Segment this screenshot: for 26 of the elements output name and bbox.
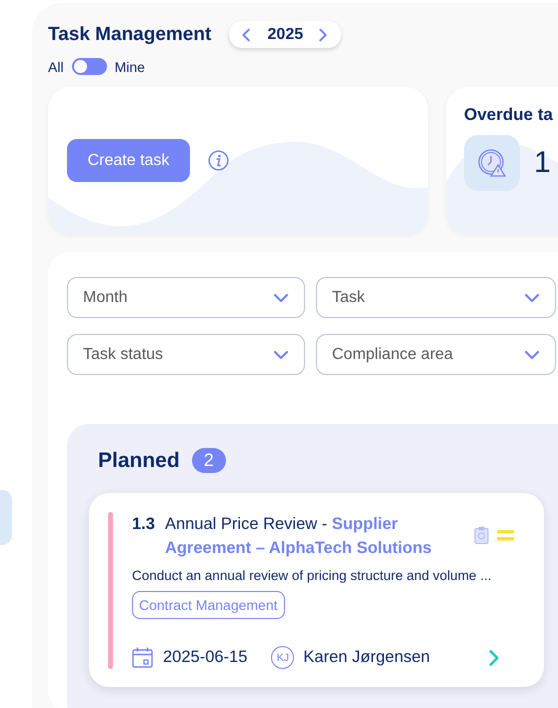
dropdown-field[interactable]: Task status <box>67 334 305 375</box>
calendar-icon <box>132 647 153 668</box>
overdue-clock-icon <box>477 148 507 178</box>
task-description: Conduct an annual review of pricing structure and volume ... <box>132 568 492 583</box>
scope-switch[interactable] <box>72 58 107 75</box>
card-title: Overdue ta <box>464 105 554 125</box>
toggle-label: Mine <box>114 58 145 74</box>
year-value: 2025 <box>268 26 304 44</box>
year-picker[interactable]: 2025 <box>229 21 342 48</box>
dropdown-field[interactable]: Compliance area <box>316 334 556 375</box>
assignee-avatar: KJ <box>271 646 294 669</box>
task-title: Annual Price Review - Supplier Agreement – AlphaTech Solutions <box>164 514 433 559</box>
overdue-count: 1 <box>534 146 551 180</box>
page-title: Task Management <box>48 24 212 46</box>
task-number: 1.3 <box>132 514 155 535</box>
area-tag: Contract Management <box>132 591 285 619</box>
due-date: 2025-06-15 <box>163 648 248 667</box>
info-icon[interactable] <box>208 150 229 171</box>
dropdown-field[interactable]: Task <box>316 277 556 318</box>
column-title: Planned <box>98 448 180 472</box>
assignee-name: Karen Jørgensen <box>303 648 430 667</box>
task-card[interactable]: 1.3 Annual Price Review - Supplier Agreement – AlphaTech Solutions Conduct an annual review of pricing structure and volume ... Contract Management 2025-06-15 KJ Karen Jørgensen <box>89 493 544 687</box>
clipboard-icon <box>474 526 489 544</box>
count-badge: 2 <box>192 448 226 473</box>
dropdown-field[interactable]: Month <box>67 277 305 318</box>
toggle-label: All <box>48 58 64 74</box>
